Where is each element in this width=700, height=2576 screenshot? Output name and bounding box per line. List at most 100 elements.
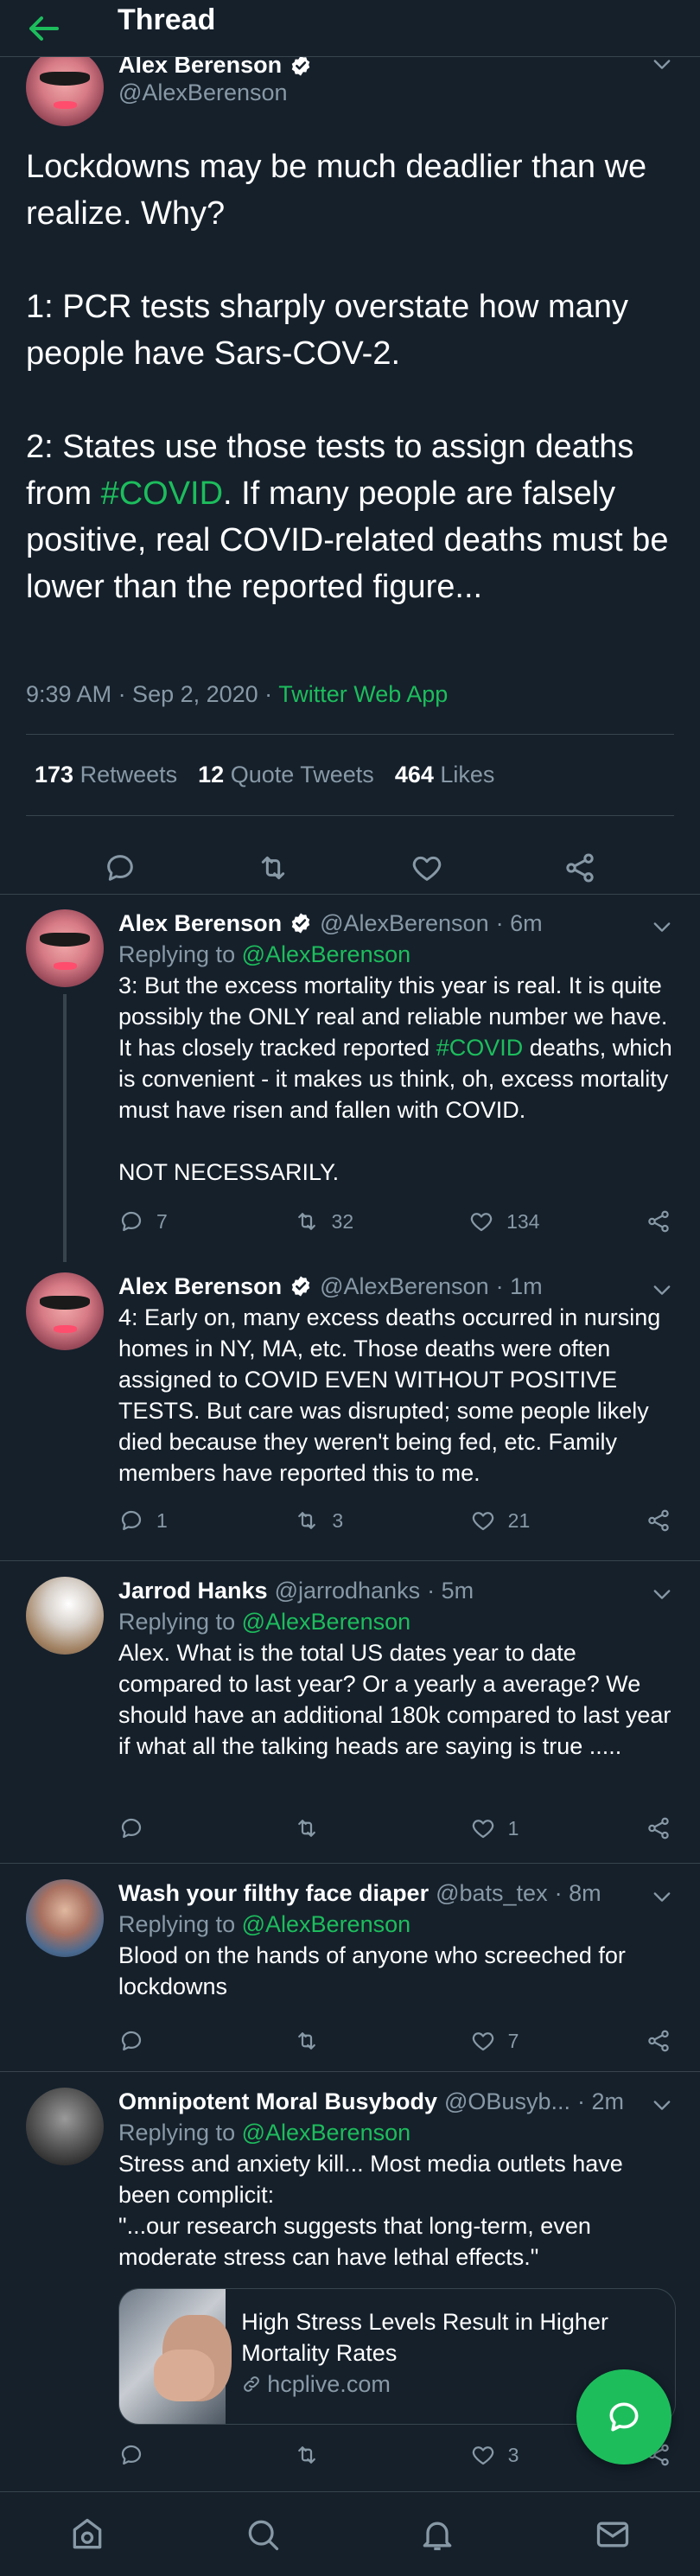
author-handle[interactable]: @AlexBerenson <box>118 80 288 106</box>
reply-time: · 2m <box>576 2088 624 2114</box>
reply-button[interactable]: 7 <box>118 1208 188 1234</box>
chevron-down-icon[interactable] <box>650 915 674 939</box>
back-button[interactable] <box>26 11 78 46</box>
reply-tweet[interactable]: Jarrod Hanks @jarrodhanks · 5m Replying … <box>0 1561 700 1864</box>
chevron-down-icon[interactable] <box>650 1278 674 1302</box>
reply-button[interactable]: 1 <box>118 1508 188 1533</box>
avatar[interactable] <box>26 909 104 987</box>
reply-actions: 1 3 21 <box>118 1508 671 1533</box>
nav-messages[interactable] <box>578 2509 647 2560</box>
divider <box>26 734 674 735</box>
chevron-down-icon[interactable] <box>650 1884 674 1909</box>
tweet-timestamp: 9:39 AM · Sep 2, 2020 · <box>26 681 279 707</box>
home-icon <box>73 2518 102 2548</box>
replying-to-link[interactable]: @AlexBerenson <box>242 1911 411 1937</box>
replying-to: Replying to @AlexBerenson <box>118 2120 411 2146</box>
tweet-source-link[interactable]: Twitter Web App <box>278 681 448 707</box>
notifications-icon <box>423 2522 452 2550</box>
reply-tweet[interactable]: Alex Berenson @AlexBerenson · 6m Replyin… <box>0 894 700 1262</box>
reply-button[interactable] <box>118 1815 188 1841</box>
like-icon <box>468 1208 494 1234</box>
replying-to: Replying to @AlexBerenson <box>118 1911 411 1937</box>
like-icon <box>470 2442 496 2468</box>
retweet-icon <box>294 2028 320 2054</box>
share-icon[interactable] <box>646 1508 671 1533</box>
reply-icon[interactable] <box>103 851 137 885</box>
avatar[interactable] <box>26 1272 104 1350</box>
like-icon <box>470 1815 496 1841</box>
author-name[interactable]: Alex Berenson <box>118 908 282 939</box>
divider <box>26 815 674 816</box>
share-icon[interactable] <box>646 2028 671 2054</box>
compose-reply-button[interactable] <box>576 2369 671 2464</box>
author-name[interactable]: Omnipotent Moral Busybody <box>118 2086 437 2117</box>
share-icon[interactable] <box>646 1815 671 1841</box>
nav-notifications[interactable] <box>403 2509 472 2560</box>
avatar[interactable] <box>26 1577 104 1655</box>
reply-time: · 8m <box>554 1880 601 1906</box>
like-icon <box>470 2028 496 2054</box>
retweet-icon[interactable] <box>256 851 290 885</box>
like-button[interactable]: 21 <box>470 1508 539 1533</box>
like-icon[interactable] <box>410 851 444 885</box>
reply-button[interactable] <box>118 2442 188 2468</box>
author-name[interactable]: Wash your filthy face diaper <box>118 1878 429 1909</box>
replying-to-link[interactable]: @AlexBerenson <box>242 1609 411 1635</box>
replying-to-link[interactable]: @AlexBerenson <box>242 941 411 967</box>
reply-text: Alex. What is the total US dates year to… <box>118 1640 678 1759</box>
share-icon[interactable] <box>563 851 597 885</box>
author-handle[interactable]: @OBusyb... <box>444 2086 570 2117</box>
reply-icon <box>118 2028 144 2054</box>
link-domain: hcplive.com <box>267 2371 391 2397</box>
page-title: Thread <box>118 3 216 36</box>
replying-to: Replying to @AlexBerenson <box>118 941 411 967</box>
like-button[interactable]: 1 <box>470 1815 539 1841</box>
quote-tweets-stat[interactable]: 12 Quote Tweets <box>198 762 374 788</box>
chevron-down-icon[interactable] <box>650 2093 674 2117</box>
link-title: High Stress Levels Result in Higher Mort… <box>241 2309 608 2366</box>
author-name[interactable]: Alex Berenson <box>118 1271 282 1302</box>
avatar[interactable] <box>26 2088 104 2165</box>
share-icon[interactable] <box>646 1208 671 1234</box>
author-name[interactable]: Jarrod Hanks <box>118 1575 268 1606</box>
retweet-button[interactable] <box>294 2028 363 2054</box>
reply-text: 3: But the excess mortality this year is… <box>118 972 674 1185</box>
retweets-stat[interactable]: 173 Retweets <box>35 762 177 788</box>
reply-tweet[interactable]: Alex Berenson @AlexBerenson · 1m 4: Earl… <box>0 1257 700 1559</box>
retweet-button[interactable] <box>294 2442 363 2468</box>
retweet-button[interactable] <box>294 1815 363 1841</box>
tweet-stats: 173 Retweets 12 Quote Tweets 464 Likes <box>35 762 494 788</box>
thread-line <box>63 994 67 1262</box>
like-button[interactable]: 134 <box>468 1208 539 1234</box>
retweet-icon <box>294 1508 320 1533</box>
author-handle[interactable]: @AlexBerenson <box>320 1271 489 1302</box>
avatar[interactable] <box>26 1879 104 1957</box>
chevron-down-icon[interactable] <box>650 1582 674 1606</box>
link-icon <box>244 2376 260 2392</box>
reply-actions: 7 <box>118 2028 671 2054</box>
author-handle[interactable]: @AlexBerenson <box>320 908 489 939</box>
like-button[interactable]: 7 <box>470 2028 539 2054</box>
reply-actions: 1 <box>118 1815 671 1841</box>
author-handle[interactable]: @bats_tex <box>436 1878 547 1909</box>
retweet-icon <box>294 1815 320 1841</box>
retweet-button[interactable]: 3 <box>294 1508 363 1533</box>
hashtag-link[interactable]: #COVID <box>101 475 223 512</box>
retweet-icon <box>294 2442 320 2468</box>
hashtag-link[interactable]: #COVID <box>436 1035 524 1061</box>
avatar[interactable] <box>26 48 104 126</box>
likes-stat[interactable]: 464 Likes <box>395 762 495 788</box>
nav-home[interactable] <box>53 2509 122 2560</box>
reply-button[interactable] <box>118 2028 188 2054</box>
retweet-icon <box>294 1208 320 1234</box>
like-button[interactable]: 3 <box>470 2442 539 2468</box>
bottom-navigation <box>0 2491 700 2576</box>
retweet-button[interactable]: 32 <box>294 1208 363 1234</box>
link-thumbnail <box>119 2289 232 2424</box>
tweet-meta: 9:39 AM · Sep 2, 2020 · Twitter Web App <box>26 681 448 708</box>
author-handle[interactable]: @jarrodhanks <box>275 1575 421 1606</box>
nav-search[interactable] <box>228 2509 297 2560</box>
replying-to-link[interactable]: @AlexBerenson <box>242 2120 411 2146</box>
reply-tweet[interactable]: Wash your filthy face diaper @bats_tex ·… <box>0 1864 700 2071</box>
tweet-text-part: Lockdowns may be much deadlier than we r… <box>26 149 647 512</box>
